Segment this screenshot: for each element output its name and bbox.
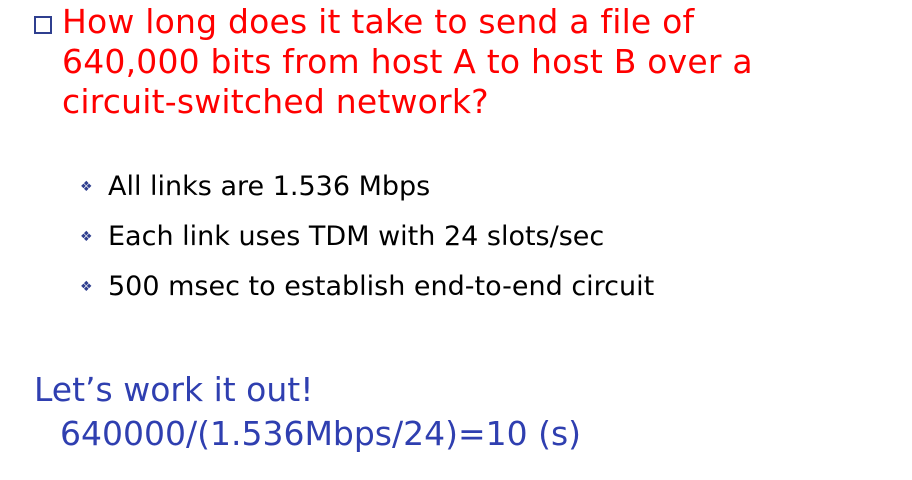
question-line: How long does it take to send a file of bbox=[62, 2, 695, 41]
question-line: circuit-switched network? bbox=[62, 82, 489, 121]
sub-point-text: Each link uses TDM with 24 slots/sec bbox=[108, 221, 605, 252]
sub-point-text: 500 msec to establish end-to-end circuit bbox=[108, 271, 655, 302]
answer-calculation: 640000/(1.536Mbps/24)=10 (s) bbox=[60, 414, 582, 453]
answer-heading: Let’s work it out! bbox=[34, 370, 314, 409]
answer-block: Let’s work it out! 640000/(1.536Mbps/24)… bbox=[34, 370, 581, 454]
diamond-bullet-icon: ❖ bbox=[80, 179, 93, 195]
sub-point: ❖ Each link uses TDM with 24 slots/sec bbox=[80, 212, 900, 262]
sub-points-list: ❖ All links are 1.536 Mbps ❖ Each link u… bbox=[80, 162, 900, 312]
question-block: How long does it take to send a file of … bbox=[34, 2, 904, 122]
question-line: 640,000 bits from host A to host B over … bbox=[62, 42, 753, 81]
diamond-bullet-icon: ❖ bbox=[80, 229, 93, 245]
sub-point: ❖ All links are 1.536 Mbps bbox=[80, 162, 900, 212]
slide: How long does it take to send a file of … bbox=[0, 0, 912, 480]
square-bullet-icon bbox=[34, 16, 52, 34]
question-text: How long does it take to send a file of … bbox=[62, 2, 904, 122]
sub-point-text: All links are 1.536 Mbps bbox=[108, 171, 431, 202]
diamond-bullet-icon: ❖ bbox=[80, 279, 93, 295]
sub-point: ❖ 500 msec to establish end-to-end circu… bbox=[80, 262, 900, 312]
